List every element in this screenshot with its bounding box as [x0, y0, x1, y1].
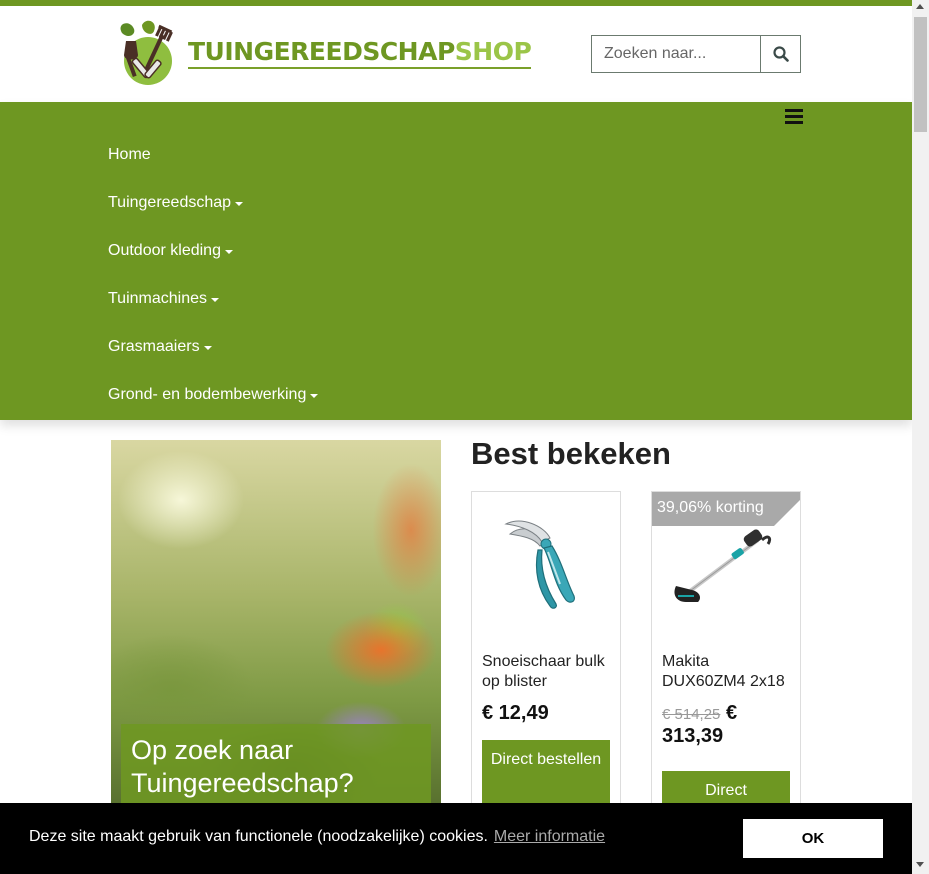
logo-text-primary: TUINGEREEDSCHAP — [188, 37, 455, 66]
caret-down-icon — [235, 201, 244, 206]
search-bar — [591, 35, 801, 73]
nav-item-outdoor-kleding[interactable]: Outdoor kleding — [108, 242, 233, 260]
nav-item-label: Tuinmachines — [108, 290, 208, 307]
logo-wordmark: TUINGEREEDSCHAPSHOP — [188, 37, 532, 69]
cookie-banner: Deze site maakt gebruik van functionele … — [0, 803, 912, 874]
product-image-pruning-shears — [482, 504, 610, 624]
site-header: TUINGEREEDSCHAPSHOP — [0, 6, 912, 102]
product-name[interactable]: Makita DUX60ZM4 2x18 — [662, 652, 792, 692]
direct-order-button[interactable]: Direct bestellen — [482, 740, 610, 804]
cookie-message: Deze site maakt gebruik van functionele … — [29, 828, 605, 846]
product-price-block: € 514,25 € 313,39 — [662, 702, 737, 748]
nav-item-label: Grasmaaiers — [108, 338, 200, 355]
product-name[interactable]: Snoeischaar bulk op blister — [482, 652, 612, 692]
product-price: 313,39 — [662, 725, 724, 747]
nav-item-label: Tuingereedschap — [108, 194, 232, 211]
page-scrollbar[interactable] — [912, 0, 929, 874]
site-logo[interactable]: TUINGEREEDSCHAPSHOP — [112, 19, 532, 87]
cookie-more-info-link[interactable]: Meer informatie — [494, 828, 605, 845]
best-viewed-title: Best bekeken — [471, 436, 671, 471]
scrollbar-thumb[interactable] — [914, 17, 927, 132]
cookie-ok-button[interactable]: OK — [743, 819, 883, 858]
scroll-down-arrow-icon[interactable] — [916, 862, 924, 867]
nav-item-label: Outdoor kleding — [108, 242, 221, 259]
search-icon — [772, 46, 789, 62]
currency-symbol: € — [725, 702, 738, 724]
caret-down-icon — [211, 297, 220, 302]
caret-down-icon — [224, 249, 233, 254]
cookie-text: Deze site maakt gebruik van functionele … — [29, 828, 488, 845]
product-image-trimmer — [662, 504, 790, 624]
logo-garden-tools-icon — [112, 19, 184, 87]
scroll-up-arrow-icon[interactable] — [916, 4, 924, 9]
nav-item-grond-bodembewerking[interactable]: Grond- en bodembewerking — [108, 386, 319, 404]
nav-item-label: Grond- en bodembewerking — [108, 386, 307, 403]
search-input[interactable] — [591, 35, 760, 73]
nav-item-home[interactable]: Home — [108, 146, 151, 164]
caret-down-icon — [310, 393, 319, 398]
logo-text-secondary: SHOP — [454, 37, 532, 66]
main-navigation: Home Tuingereedschap Outdoor kleding Tui… — [0, 102, 912, 420]
product-old-price: € 514,25 — [662, 706, 721, 723]
product-price: € 12,49 — [482, 702, 549, 724]
hamburger-icon[interactable] — [785, 109, 803, 125]
nav-item-grasmaaiers[interactable]: Grasmaaiers — [108, 338, 212, 356]
nav-item-tuinmachines[interactable]: Tuinmachines — [108, 290, 220, 308]
nav-item-label: Home — [108, 146, 151, 163]
nav-item-tuingereedschap[interactable]: Tuingereedschap — [108, 194, 244, 212]
search-button[interactable] — [760, 35, 801, 73]
caret-down-icon — [203, 345, 212, 350]
